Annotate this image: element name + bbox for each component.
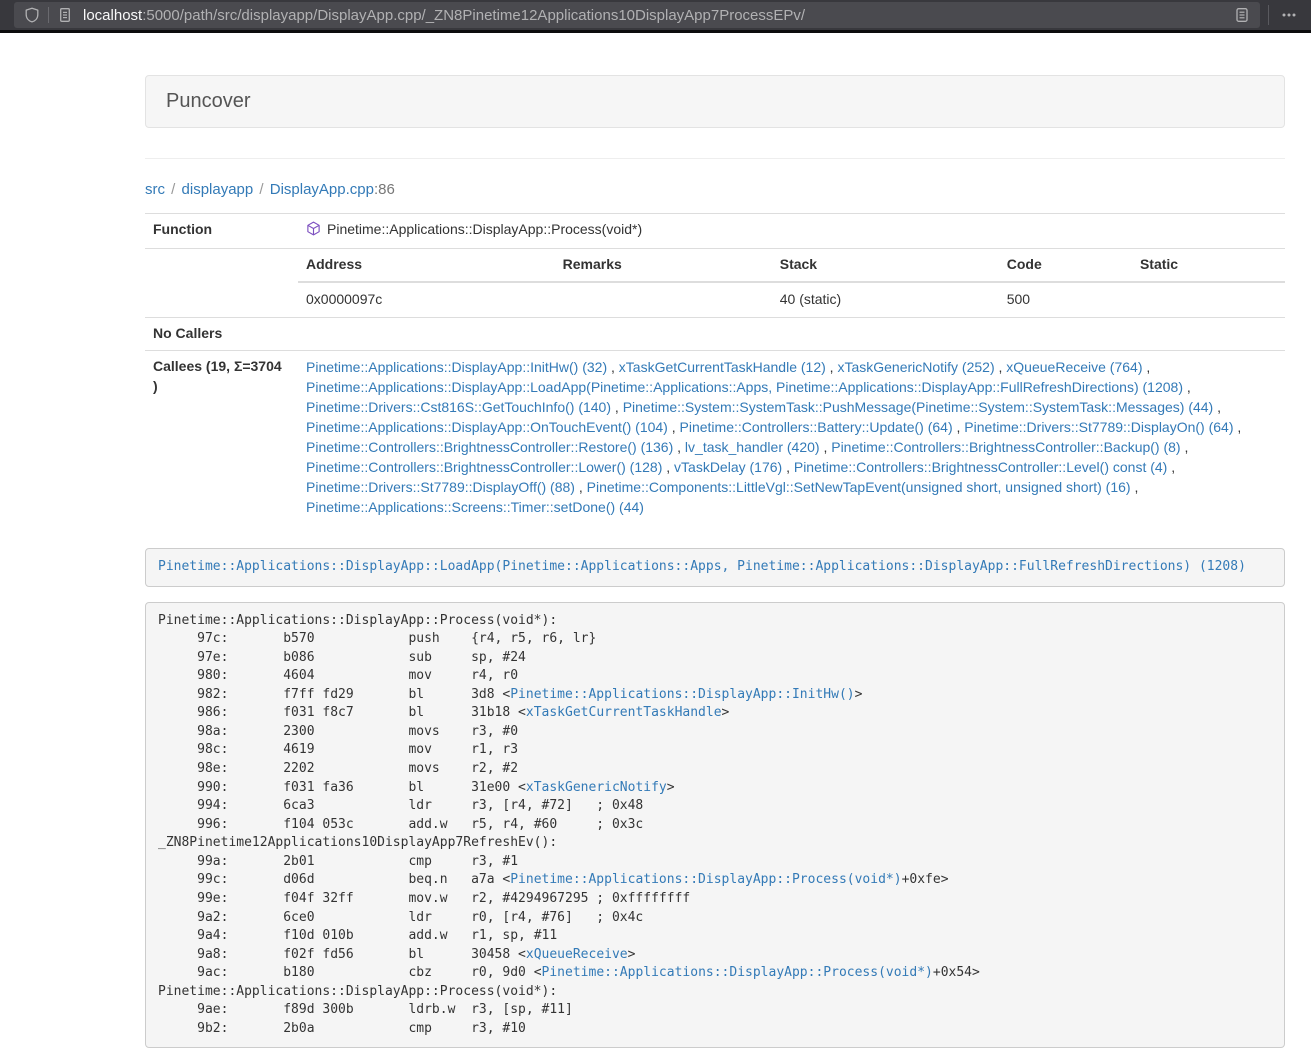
asm-symbol-link[interactable]: Pinetime::Applications::DisplayApp::Init… bbox=[510, 687, 854, 702]
callee-separator: , bbox=[607, 359, 619, 375]
asm-symbol-link[interactable]: xQueueReceive bbox=[526, 947, 628, 962]
callee-separator: , bbox=[668, 419, 680, 435]
col-remarks: Remarks bbox=[555, 249, 772, 282]
highlighted-callee-box: Pinetime::Applications::DisplayApp::Load… bbox=[145, 548, 1285, 587]
breadcrumb-separator: / bbox=[257, 181, 265, 198]
callee-separator: , bbox=[1181, 439, 1189, 455]
col-static: Static bbox=[1132, 249, 1285, 282]
callee-link[interactable]: xQueueReceive (764) bbox=[1006, 359, 1142, 375]
callee-link[interactable]: Pinetime::Drivers::Cst816S::GetTouchInfo… bbox=[306, 399, 611, 415]
callee-separator: , bbox=[826, 359, 838, 375]
callee-separator: , bbox=[953, 419, 965, 435]
callee-separator: , bbox=[1234, 419, 1242, 435]
asm-symbol-link[interactable]: xTaskGetCurrentTaskHandle bbox=[526, 705, 722, 720]
snippet-link[interactable]: Pinetime::Applications::DisplayApp::Load… bbox=[158, 559, 1246, 574]
callee-separator: , bbox=[673, 439, 685, 455]
function-row-label: Function bbox=[145, 214, 298, 249]
table-row-no-callers: No Callers bbox=[145, 317, 1285, 350]
url-host: localhost bbox=[83, 7, 142, 24]
app-title: Puncover bbox=[166, 90, 251, 112]
breadcrumb-line-number: :86 bbox=[374, 181, 395, 198]
meatball-menu-icon[interactable] bbox=[1277, 3, 1301, 27]
table-row-stats: Address Remarks Stack Code Static 0x0000… bbox=[145, 248, 1285, 317]
callee-separator: , bbox=[995, 359, 1007, 375]
callee-link[interactable]: Pinetime::Applications::DisplayApp::Load… bbox=[306, 379, 1183, 395]
value-stack: 40 (static) bbox=[772, 282, 999, 317]
package-cube-icon bbox=[306, 221, 321, 242]
asm-symbol-link[interactable]: Pinetime::Applications::DisplayApp::Proc… bbox=[542, 965, 933, 980]
callee-link[interactable]: Pinetime::Controllers::BrightnessControl… bbox=[831, 439, 1180, 455]
value-static bbox=[1132, 282, 1285, 317]
shield-icon[interactable] bbox=[20, 3, 44, 27]
breadcrumb-link-file[interactable]: DisplayApp.cpp bbox=[270, 181, 374, 198]
breadcrumb-separator: / bbox=[169, 181, 177, 198]
url-text[interactable]: localhost:5000/path/src/displayapp/Displ… bbox=[83, 7, 1230, 24]
app-header-panel: Puncover bbox=[145, 75, 1285, 128]
value-remarks bbox=[555, 282, 772, 317]
no-callers-label: No Callers bbox=[145, 317, 298, 350]
value-address: 0x0000097c bbox=[298, 282, 555, 317]
callee-link[interactable]: Pinetime::System::SystemTask::PushMessag… bbox=[623, 399, 1214, 415]
callee-link[interactable]: Pinetime::Controllers::BrightnessControl… bbox=[306, 459, 662, 475]
callee-link[interactable]: Pinetime::Applications::Screens::Timer::… bbox=[306, 499, 644, 515]
callees-list: Pinetime::Applications::DisplayApp::Init… bbox=[306, 357, 1277, 517]
callee-separator: , bbox=[1131, 479, 1139, 495]
function-name: Pinetime::Applications::DisplayApp::Proc… bbox=[327, 221, 642, 237]
asm-symbol-link[interactable]: Pinetime::Applications::DisplayApp::Proc… bbox=[510, 872, 901, 887]
callee-link[interactable]: Pinetime::Applications::DisplayApp::Init… bbox=[306, 359, 607, 375]
callee-separator: , bbox=[1167, 459, 1175, 475]
table-row-function: Function Pinetime::Applications::Display… bbox=[145, 214, 1285, 249]
callee-separator: , bbox=[1142, 359, 1150, 375]
url-path: :5000/path/src/displayapp/DisplayApp.cpp… bbox=[142, 7, 805, 24]
callee-separator: , bbox=[820, 439, 832, 455]
divider bbox=[145, 158, 1285, 159]
stats-value-row: 0x0000097c 40 (static) 500 bbox=[298, 282, 1285, 317]
function-detail-table: Function Pinetime::Applications::Display… bbox=[145, 213, 1285, 523]
identity-separator bbox=[48, 7, 49, 23]
callee-link[interactable]: Pinetime::Drivers::St7789::DisplayOff() … bbox=[306, 479, 575, 495]
callees-label: Callees (19, Σ=3704 ) bbox=[145, 350, 298, 523]
stats-header-row: Address Remarks Stack Code Static bbox=[298, 249, 1285, 282]
callee-link[interactable]: xTaskGetCurrentTaskHandle (12) bbox=[619, 359, 826, 375]
callee-separator: , bbox=[782, 459, 794, 475]
callee-separator: , bbox=[1183, 379, 1191, 395]
breadcrumb-link-displayapp[interactable]: displayapp bbox=[182, 181, 254, 198]
callee-link[interactable]: Pinetime::Controllers::BrightnessControl… bbox=[306, 439, 673, 455]
page-container: Puncover src / displayapp / DisplayApp.c… bbox=[145, 33, 1285, 1048]
callee-separator: , bbox=[611, 399, 623, 415]
callee-link[interactable]: xTaskGenericNotify (252) bbox=[837, 359, 994, 375]
breadcrumb: src / displayapp / DisplayApp.cpp:86 bbox=[145, 181, 1285, 198]
url-bar[interactable]: localhost:5000/path/src/displayapp/Displ… bbox=[14, 2, 1260, 28]
callee-link[interactable]: lv_task_handler (420) bbox=[685, 439, 820, 455]
reader-view-icon[interactable] bbox=[1230, 3, 1254, 27]
callee-separator: , bbox=[662, 459, 674, 475]
callee-link[interactable]: Pinetime::Applications::DisplayApp::OnTo… bbox=[306, 419, 668, 435]
page-info-icon[interactable] bbox=[53, 3, 77, 27]
callee-separator: , bbox=[1213, 399, 1221, 415]
callee-separator: , bbox=[575, 479, 587, 495]
col-stack: Stack bbox=[772, 249, 999, 282]
callee-link[interactable]: Pinetime::Controllers::BrightnessControl… bbox=[794, 459, 1167, 475]
col-address: Address bbox=[298, 249, 555, 282]
table-row-callees: Callees (19, Σ=3704 ) Pinetime::Applicat… bbox=[145, 350, 1285, 523]
col-code: Code bbox=[999, 249, 1132, 282]
browser-toolbar: localhost:5000/path/src/displayapp/Displ… bbox=[0, 0, 1311, 33]
callee-link[interactable]: Pinetime::Drivers::St7789::DisplayOn() (… bbox=[964, 419, 1233, 435]
function-stats-table: Address Remarks Stack Code Static 0x0000… bbox=[298, 249, 1285, 317]
toolbar-separator bbox=[1268, 5, 1269, 25]
callee-link[interactable]: vTaskDelay (176) bbox=[674, 459, 782, 475]
assembly-listing: Pinetime::Applications::DisplayApp::Proc… bbox=[145, 602, 1285, 1048]
value-code: 500 bbox=[999, 282, 1132, 317]
callee-link[interactable]: Pinetime::Components::LittleVgl::SetNewT… bbox=[587, 479, 1131, 495]
asm-symbol-link[interactable]: xTaskGenericNotify bbox=[526, 780, 667, 795]
callee-link[interactable]: Pinetime::Controllers::Battery::Update()… bbox=[680, 419, 953, 435]
breadcrumb-link-src[interactable]: src bbox=[145, 181, 165, 198]
